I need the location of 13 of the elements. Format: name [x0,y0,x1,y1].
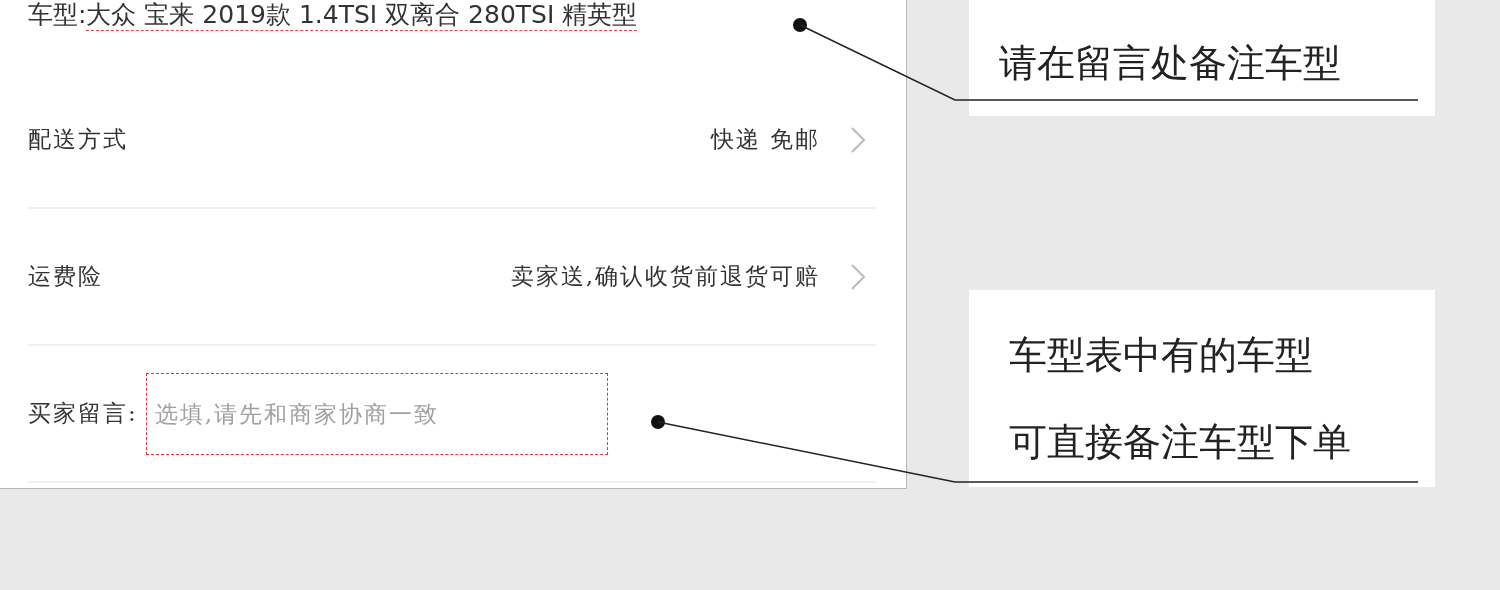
car-model-value: 大众 宝来 2019款 1.4TSI 双离合 280TSI 精英型 [86,0,638,31]
row-label: 运费险 [28,262,103,291]
row-label: 配送方式 [28,125,128,154]
row-value[interactable]: 快递 免邮 [710,124,820,155]
annotation-text: 车型表中有的车型 [1009,332,1314,379]
annotation-text: 可直接备注车型下单 [1009,419,1352,466]
chevron-right-icon[interactable] [850,125,866,154]
car-model-label: 车型: [28,0,87,30]
chevron-right-icon[interactable] [850,262,866,291]
row-value[interactable]: 卖家送,确认收货前退货可赔 [510,261,820,292]
row-label: 买家留言: [28,399,138,428]
annotation-text: 请在留言处备注车型 [999,40,1342,87]
message-field[interactable]: 选填,请先和商家协商一致 [145,372,608,455]
